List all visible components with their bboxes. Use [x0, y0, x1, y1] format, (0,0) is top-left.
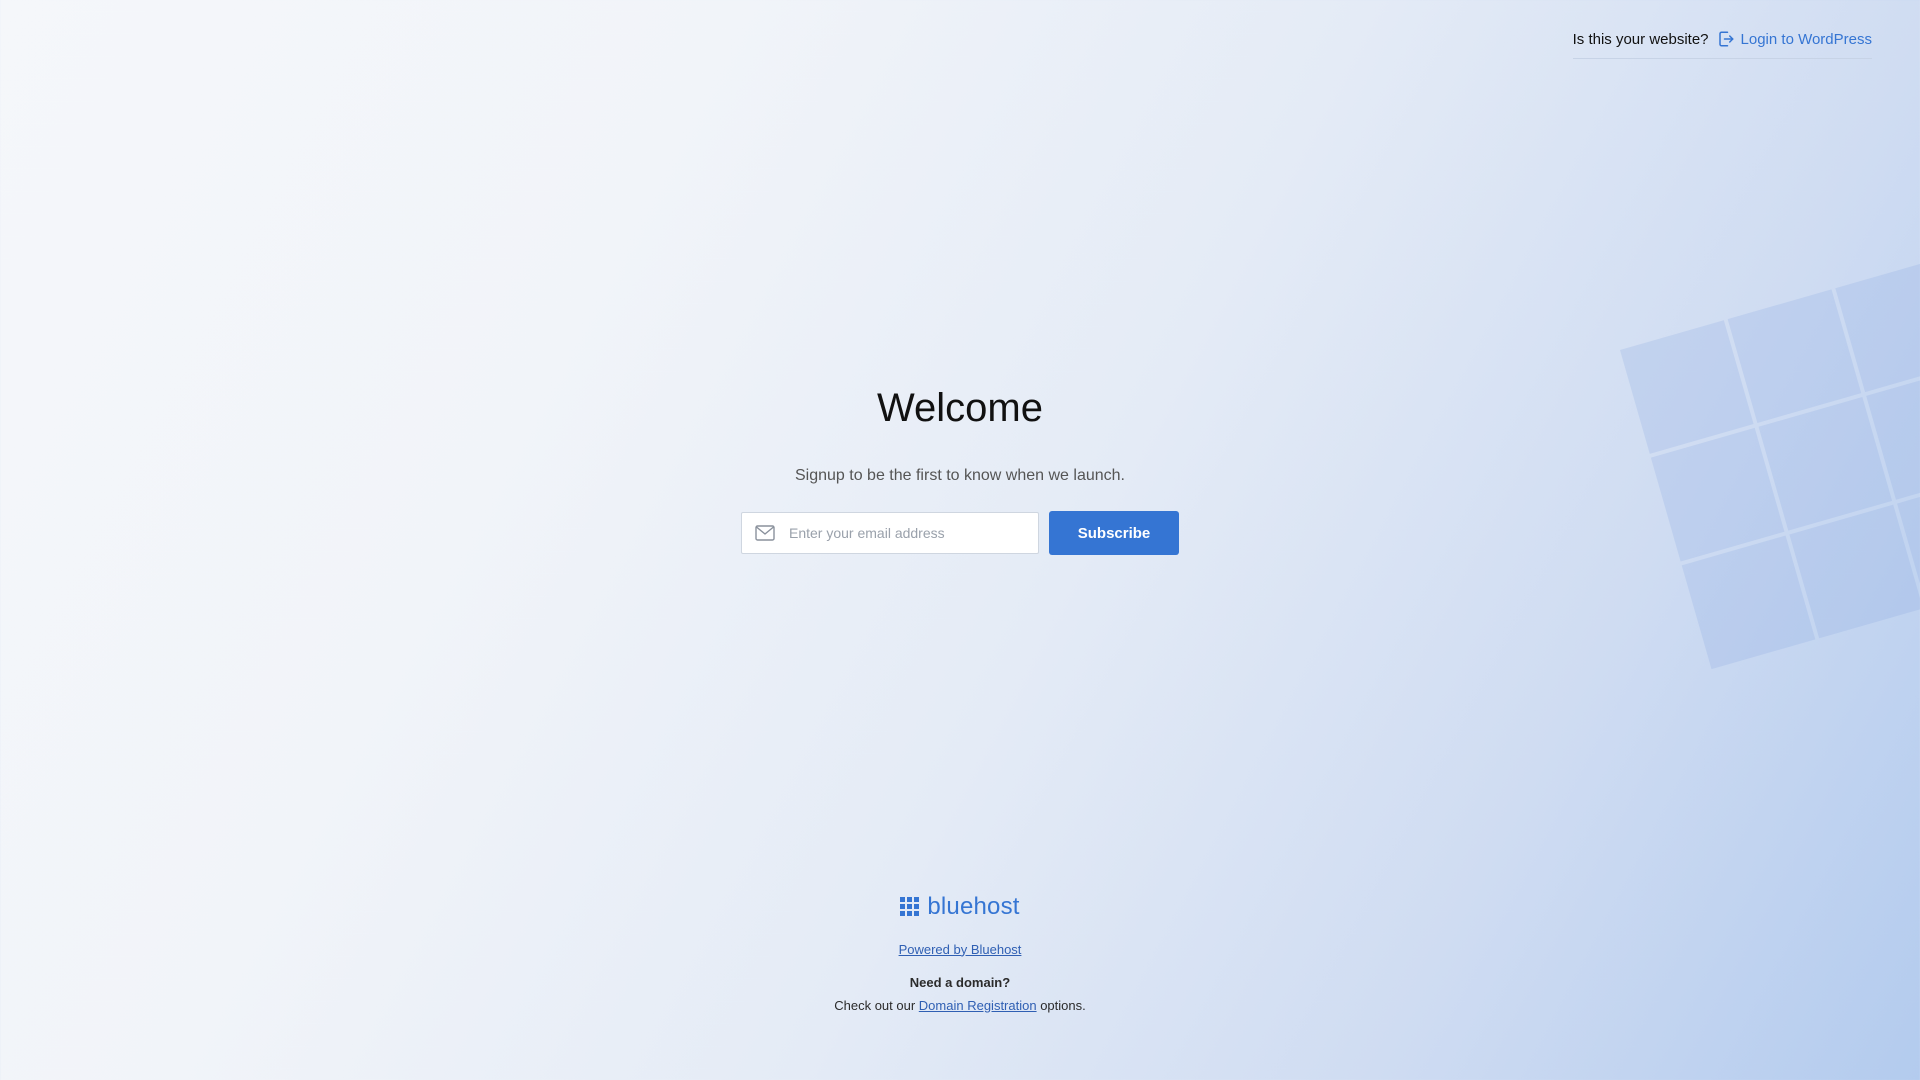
powered-by-link[interactable]: Powered by Bluehost: [0, 942, 1920, 957]
subscribe-button[interactable]: Subscribe: [1049, 511, 1179, 555]
bluehost-logo: bluehost: [900, 893, 1019, 921]
domain-registration-link[interactable]: Domain Registration: [919, 998, 1037, 1013]
footer: bluehost Powered by Bluehost Need a doma…: [0, 889, 1920, 1013]
login-icon: [1718, 31, 1734, 47]
check-prefix: Check out our: [834, 997, 916, 1013]
logo-text: bluehost: [927, 892, 1020, 920]
email-field-wrapper: [741, 512, 1039, 554]
main-content: Welcome Signup to be the first to know w…: [0, 386, 1920, 555]
login-label: Login to WordPress: [1740, 30, 1872, 48]
bluehost-grid-icon: [900, 897, 920, 916]
subscribe-form: Subscribe: [0, 511, 1920, 555]
check-suffix: options.: [1040, 997, 1086, 1013]
email-input[interactable]: [787, 524, 1011, 542]
background-square: [1835, 258, 1920, 393]
top-bar: Is this your website? Login to WordPress: [1572, 30, 1872, 59]
page-title: Welcome: [877, 386, 1043, 430]
domain-info-line: Check out our Domain Registration option…: [0, 998, 1920, 1013]
mail-icon: [755, 525, 775, 541]
background-square: [1681, 535, 1816, 670]
website-question: Is this your website?: [1572, 30, 1709, 48]
login-to-wordpress-link[interactable]: Login to WordPress: [1717, 30, 1872, 48]
need-domain-text: Need a domain?: [909, 974, 1011, 990]
page-subtitle: Signup to be the first to know when we l…: [795, 467, 1125, 484]
